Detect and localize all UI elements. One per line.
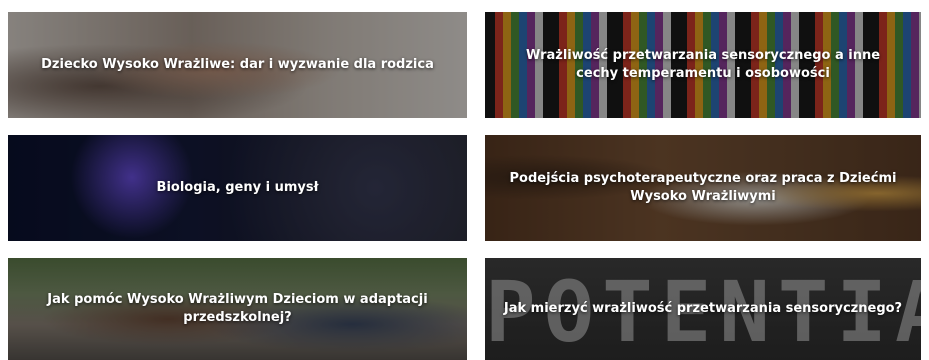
topic-card-preschool-adaptation[interactable]: Jak pomóc Wysoko Wrażliwym Dzieciom w ad…: [8, 258, 467, 360]
card-title: Jak pomóc Wysoko Wrażliwym Dzieciom w ad…: [47, 292, 428, 325]
topic-card-measuring-sensory-sensitivity[interactable]: POTENTIAL Jak mierzyć wrażliwość przetwa…: [485, 258, 921, 360]
topic-card-sensory-processing-temperament[interactable]: Wrażliwość przetwarzania sensorycznego a…: [485, 12, 921, 118]
card-title: Dziecko Wysoko Wrażliwe: dar i wyzwanie …: [41, 57, 434, 72]
card-title: Biologia, geny i umysł: [156, 180, 319, 195]
topic-card-grid: Dziecko Wysoko Wrażliwe: dar i wyzwanie …: [0, 0, 929, 360]
card-title: Jak mierzyć wrażliwość przetwarzania sen…: [503, 301, 903, 316]
card-title: Wrażliwość przetwarzania sensorycznego a…: [525, 48, 881, 81]
topic-card-biology-genes-mind[interactable]: Biologia, geny i umysł: [8, 135, 467, 241]
card-title: Podejścia psychoterapeutyczne oraz praca…: [509, 171, 897, 204]
topic-card-psychotherapeutic-approaches[interactable]: Podejścia psychoterapeutyczne oraz praca…: [485, 135, 921, 241]
topic-card-highly-sensitive-child[interactable]: Dziecko Wysoko Wrażliwe: dar i wyzwanie …: [8, 12, 467, 118]
